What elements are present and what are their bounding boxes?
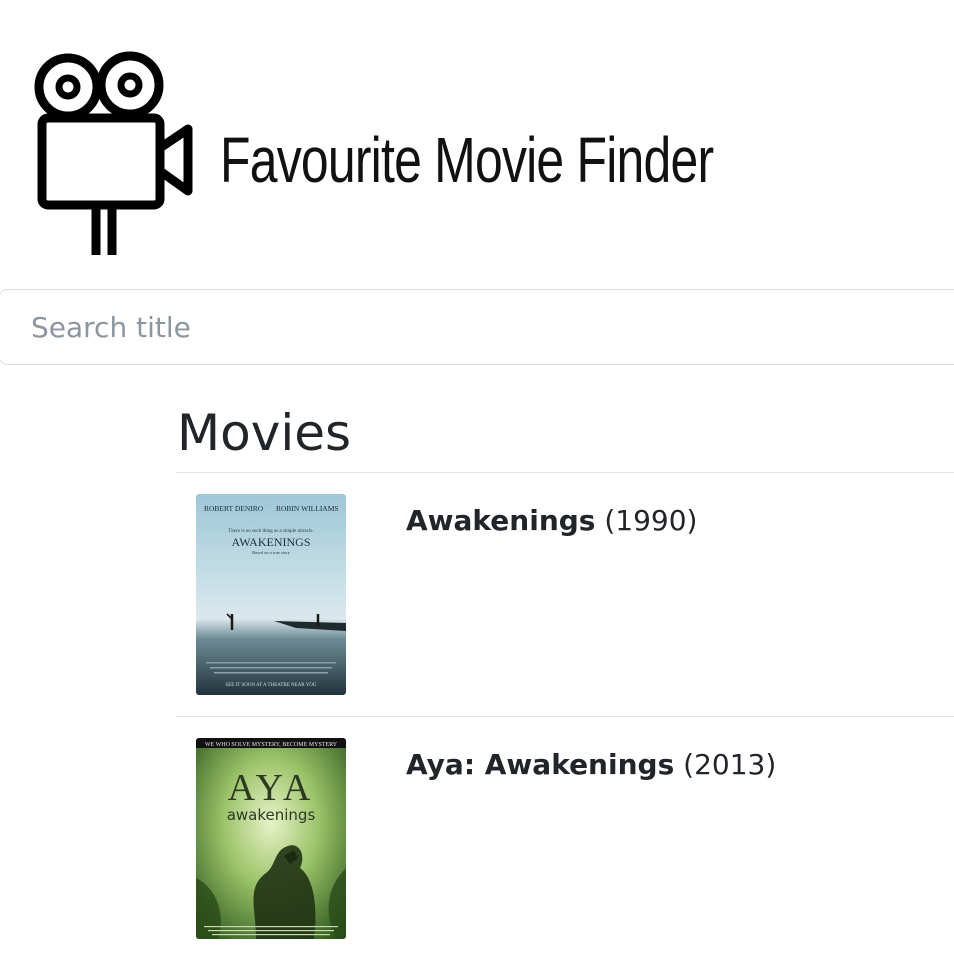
movie-year: (1990) <box>604 504 698 537</box>
search-box[interactable] <box>0 289 954 365</box>
app-title: Favourite Movie Finder <box>220 124 714 196</box>
movie-row[interactable]: ROBERT DENIRO ROBIN WILLIAMS There is no… <box>176 472 954 716</box>
movie-heading[interactable]: Awakenings (1990) <box>406 503 697 539</box>
movie-poster[interactable]: ROBERT DENIRO ROBIN WILLIAMS There is no… <box>196 494 346 695</box>
movie-list: ROBERT DENIRO ROBIN WILLIAMS There is no… <box>176 472 954 954</box>
poster-banner: WE WHO SOLVE MYSTERY, BECOME MYSTERY <box>205 742 338 748</box>
poster-cast-right: ROBIN WILLIAMS <box>276 504 339 513</box>
header <box>30 45 200 265</box>
movie-camera-icon <box>34 51 193 255</box>
movie-row[interactable]: WE WHO SOLVE MYSTERY, BECOME MYSTERY AYA… <box>176 716 954 954</box>
poster-tagline: There is no such thing as a simple mirac… <box>228 529 313 534</box>
search-input[interactable] <box>0 290 954 364</box>
page: Favourite Movie Finder Movies <box>0 0 954 954</box>
poster-title: AWAKENINGS <box>231 535 310 549</box>
movies-heading: Movies <box>177 404 352 462</box>
movie-title[interactable]: Awakenings <box>406 504 595 537</box>
movie-title[interactable]: Aya: Awakenings <box>406 748 674 781</box>
movie-poster[interactable]: WE WHO SOLVE MYSTERY, BECOME MYSTERY AYA… <box>196 738 346 939</box>
poster-title: AYA <box>228 767 315 809</box>
movie-year: (2013) <box>683 748 777 781</box>
poster-subtitle: awakenings <box>227 806 316 824</box>
poster-footer: SEE IT SOON AT A THEATRE NEAR YOU <box>225 683 316 688</box>
poster-subtitle: Based on a true story <box>252 550 291 555</box>
poster-cast-left: ROBERT DENIRO <box>204 504 264 513</box>
movie-heading[interactable]: Aya: Awakenings (2013) <box>406 747 776 783</box>
